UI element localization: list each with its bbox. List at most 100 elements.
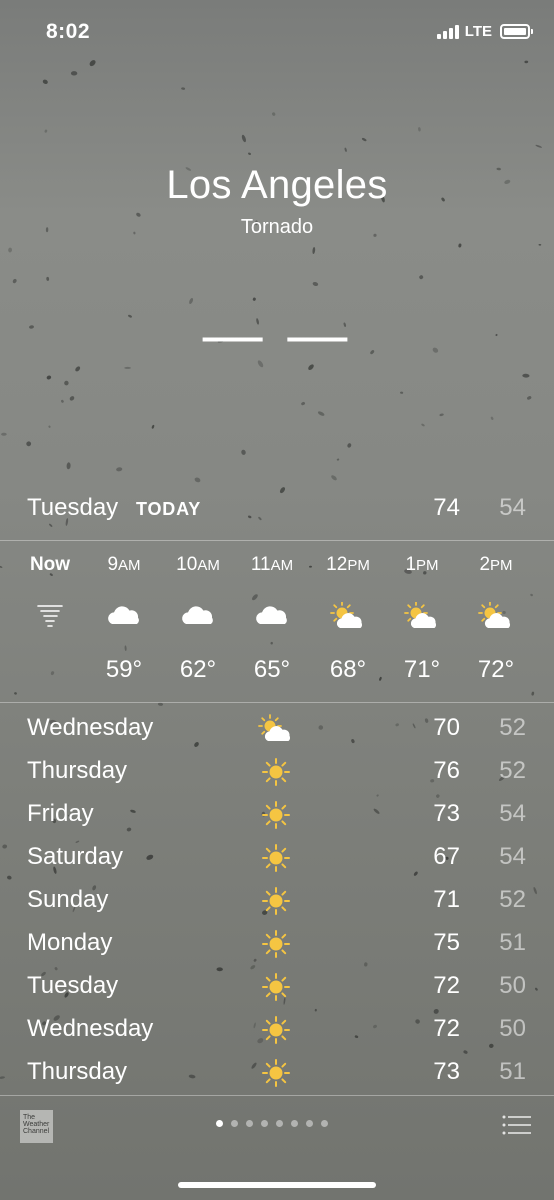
hourly-item: 9AM 59° — [88, 542, 160, 702]
daily-forecast-row: Sunday 71 52 — [0, 880, 554, 923]
network-type: LTE — [464, 23, 492, 40]
daily-forecast-row: Tuesday 72 50 — [0, 966, 554, 1009]
status-bar: 8:02 LTE — [0, 0, 554, 66]
current-condition: Tornado — [240, 216, 314, 238]
hourly-item: 10AM 62° — [162, 542, 234, 702]
day-low-temp: 52 — [499, 886, 526, 913]
page-dot[interactable] — [246, 1120, 253, 1127]
page-dot[interactable] — [321, 1120, 328, 1127]
day-name: Monday — [27, 929, 113, 956]
logo-text: The — [23, 1114, 36, 1121]
cloud-icon — [106, 602, 142, 630]
partly-sunny-icon — [330, 601, 366, 630]
hour-ampm: PM — [416, 557, 439, 574]
day-low-temp: 51 — [499, 929, 526, 956]
tornado-icon — [32, 602, 68, 630]
status-time: 8:02 — [46, 20, 91, 43]
sun-icon — [258, 1058, 294, 1088]
daily-forecast-row: Friday 73 54 — [0, 794, 554, 837]
daily-forecast-row: Thursday 76 52 — [0, 751, 554, 794]
page-dot[interactable] — [276, 1120, 283, 1127]
hour-ampm: AM — [118, 557, 141, 574]
sun-icon — [258, 757, 294, 787]
hour-temperature: 65° — [253, 656, 291, 683]
today-high-temp: 74 — [433, 494, 460, 521]
day-high-temp: 73 — [433, 1058, 460, 1085]
page-dot[interactable] — [261, 1120, 268, 1127]
hour-label: 2PM — [460, 554, 532, 576]
hour-temperature: 71° — [403, 656, 441, 683]
hourly-item: 12PM 68° — [312, 542, 384, 702]
daily-forecast-row: Saturday 67 54 — [0, 837, 554, 880]
hour-label: 9AM — [88, 554, 160, 576]
sun-icon — [258, 886, 294, 916]
city-name: Los Angeles — [166, 163, 388, 207]
hourly-forecast[interactable]: Now 9AM 59° 10AM 62° 11AM 65° 12PM 68° 1PM 71° 2PM… — [0, 542, 554, 702]
hour-label: 10AM — [162, 554, 234, 576]
hour-temperature: 72° — [477, 656, 515, 683]
day-name: Wednesday — [27, 714, 154, 741]
hour-ampm: AM — [197, 557, 220, 574]
current-temperature: — — — [202, 301, 352, 368]
partly-sunny-icon — [258, 714, 294, 744]
sun-icon — [258, 929, 294, 959]
today-label: TODAY — [136, 499, 202, 519]
day-high-temp: 75 — [433, 929, 460, 956]
hourly-item: Now — [14, 542, 86, 702]
hour-value: 12 — [326, 554, 348, 575]
day-name: Thursday — [27, 1058, 128, 1085]
today-low-temp: 54 — [499, 494, 526, 521]
today-day-name: Tuesday — [27, 494, 119, 521]
home-indicator[interactable] — [178, 1182, 376, 1188]
cloud-icon — [254, 602, 290, 630]
day-high-temp: 72 — [433, 972, 460, 999]
day-high-temp: 71 — [433, 886, 460, 913]
day-high-temp: 67 — [433, 843, 460, 870]
sun-icon — [258, 972, 294, 1002]
sun-icon — [258, 843, 294, 873]
hour-label: 11AM — [236, 554, 308, 576]
hour-value: 11 — [250, 554, 271, 575]
hourly-item: 1PM 71° — [386, 542, 458, 702]
day-low-temp: 52 — [499, 757, 526, 784]
daily-forecast-row: Wednesday 70 52 — [0, 708, 554, 751]
today-summary: Tuesday TODAY 74 54 — [0, 490, 554, 528]
hour-ampm: AM — [270, 557, 294, 574]
day-name: Friday — [27, 800, 94, 827]
cellular-signal-icon — [436, 24, 459, 39]
day-name: Wednesday — [27, 1015, 154, 1042]
hour-temperature: 68° — [329, 656, 367, 683]
daily-forecast-row: Thursday 73 51 — [0, 1052, 554, 1095]
hour-temperature: 62° — [179, 656, 217, 683]
battery-icon — [500, 24, 533, 39]
day-name: Thursday — [27, 757, 128, 784]
hour-label: 1PM — [386, 554, 458, 576]
hour-value: 2 — [479, 554, 491, 575]
cloud-icon — [180, 602, 216, 630]
page-dot[interactable] — [231, 1120, 238, 1127]
day-low-temp: 51 — [499, 1058, 526, 1085]
day-high-temp: 72 — [433, 1015, 460, 1042]
sun-icon — [258, 1015, 294, 1045]
list-icon[interactable] — [502, 1114, 532, 1136]
partly-sunny-icon — [478, 601, 514, 630]
page-indicator[interactable] — [216, 1120, 328, 1127]
day-name: Saturday — [27, 843, 124, 870]
sun-icon — [258, 800, 294, 830]
divider — [0, 702, 554, 703]
hour-value: 10 — [176, 554, 198, 575]
hour-value: Now — [29, 554, 71, 575]
page-dot[interactable] — [291, 1120, 298, 1127]
daily-forecast-list[interactable]: Wednesday 70 52 Thursday 76 52 Friday 73 54 Satur… — [0, 708, 554, 1095]
hour-ampm: PM — [490, 557, 513, 574]
hour-ampm: PM — [347, 557, 370, 574]
weather-channel-logo[interactable]: The Weather Channel — [20, 1110, 53, 1143]
hourly-item: 2PM 72° — [460, 542, 532, 702]
page-dot[interactable] — [306, 1120, 313, 1127]
partly-sunny-icon — [404, 601, 440, 630]
status-indicators: LTE — [436, 23, 533, 40]
day-low-temp: 54 — [499, 843, 526, 870]
day-high-temp: 70 — [433, 714, 460, 741]
page-dot[interactable] — [216, 1120, 223, 1127]
hour-temperature: 59° — [105, 656, 143, 683]
